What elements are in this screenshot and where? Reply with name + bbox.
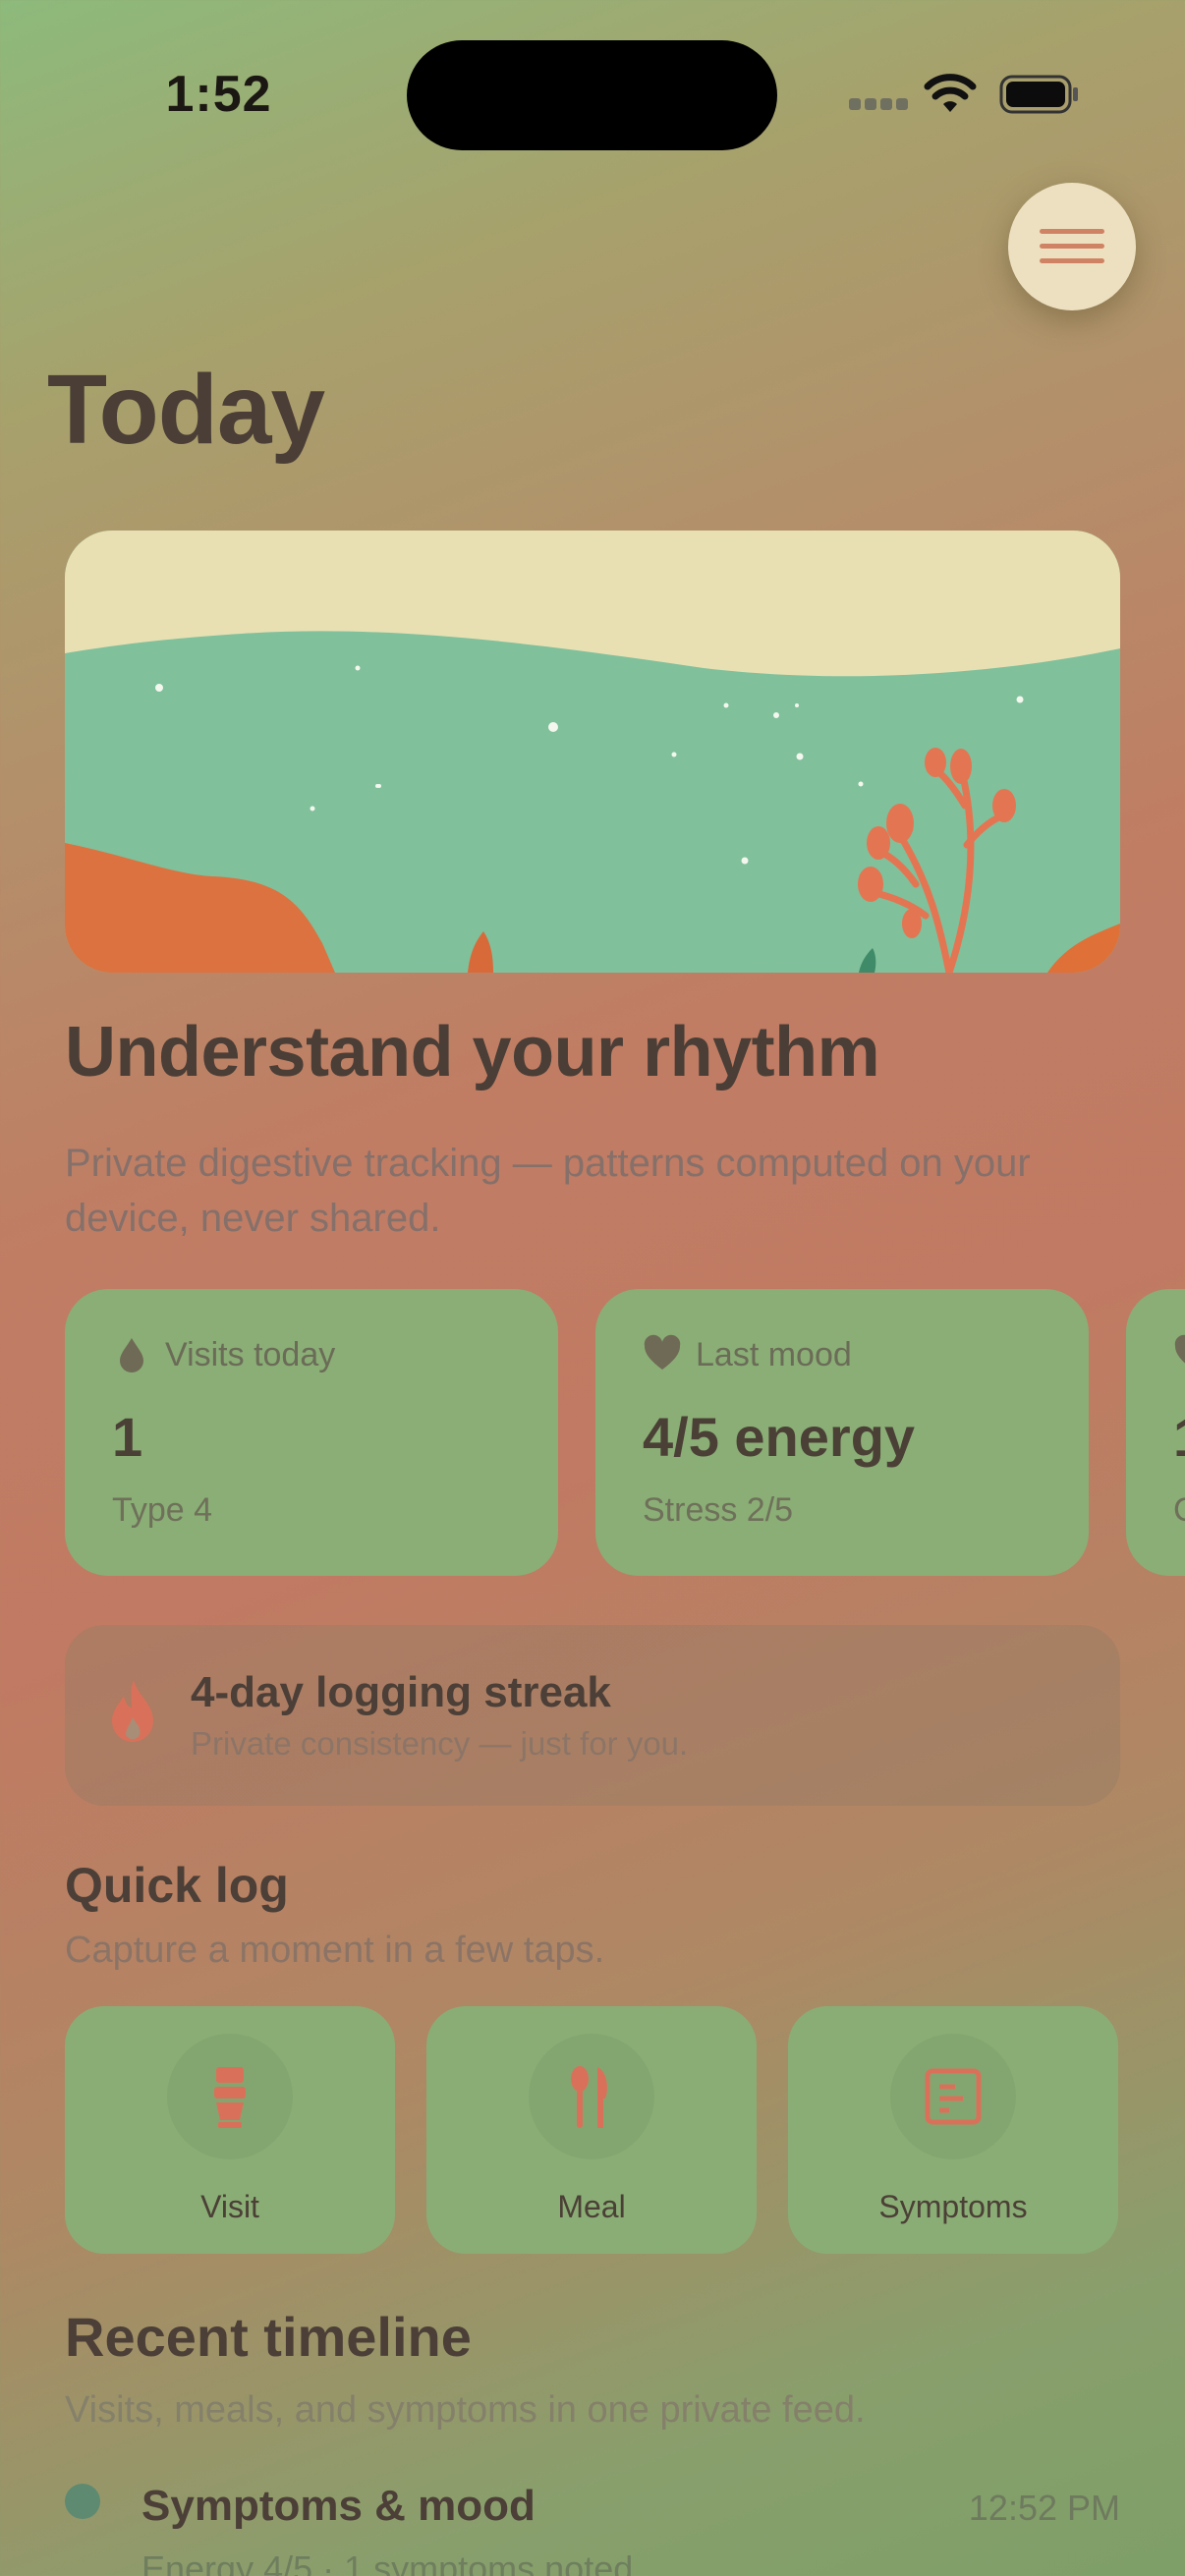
- stat-label: Visits today: [165, 1336, 336, 1373]
- clipboard-icon: [925, 2068, 982, 2125]
- drop-icon: [120, 1338, 143, 1372]
- stat-card-visits[interactable]: Visits today 1 Type 4: [65, 1289, 558, 1576]
- stat-card-partial[interactable]: 1 C: [1126, 1289, 1185, 1576]
- heart-icon: [644, 1334, 681, 1370]
- timeline-title: Recent timeline: [65, 2306, 472, 2368]
- stat-sub: C: [1173, 1491, 1185, 1530]
- hamburger-icon: [1040, 229, 1104, 264]
- quick-log-subtitle: Capture a moment in a few taps.: [65, 1930, 605, 1971]
- quick-log-label: Visit: [200, 2189, 259, 2224]
- heart-icon: [1174, 1334, 1185, 1364]
- streak-subtitle: Private consistency — just for you.: [191, 1725, 689, 1762]
- quick-log-symptoms-button[interactable]: Symptoms: [788, 2006, 1118, 2254]
- quick-log-meal-button[interactable]: Meal: [426, 2006, 757, 2254]
- timeline-entry-time: 12:52 PM: [968, 2488, 1120, 2528]
- flame-icon: [112, 1680, 153, 1742]
- streak-title: 4-day logging streak: [191, 1668, 611, 1716]
- quick-log-label: Symptoms: [878, 2189, 1028, 2224]
- page-title: Today: [47, 355, 325, 465]
- stat-value: 4/5 energy: [643, 1406, 916, 1468]
- timeline-dot: [65, 2484, 100, 2519]
- streak-banner: 4-day logging streak Private consistency…: [65, 1625, 1120, 1806]
- timeline-subtitle: Visits, meals, and symptoms in one priva…: [65, 2389, 866, 2431]
- quick-log-title: Quick log: [65, 1858, 289, 1913]
- hero-subheadline: Private digestive tracking — patterns co…: [65, 1142, 1031, 1240]
- stat-label: Last mood: [696, 1336, 852, 1373]
- timeline-entry-detail: Energy 4/5 · 1 symptoms noted: [141, 2548, 634, 2576]
- quick-log-visit-button[interactable]: Visit: [65, 2006, 395, 2254]
- hero-headline: Understand your rhythm: [65, 1013, 880, 1092]
- stat-sub: Stress 2/5: [643, 1491, 794, 1529]
- timeline-entry-title[interactable]: Symptoms & mood: [141, 2482, 536, 2531]
- toilet-icon: [214, 2067, 246, 2128]
- status-time: 1:52: [165, 66, 272, 123]
- menu-button[interactable]: [1008, 183, 1136, 310]
- fork-knife-icon: [571, 2066, 607, 2128]
- stat-card-mood[interactable]: Last mood 4/5 energy Stress 2/5: [595, 1289, 1089, 1576]
- cellular-signal-icon: [849, 98, 908, 112]
- stat-sub: Type 4: [112, 1491, 213, 1529]
- battery-icon: [999, 75, 1078, 114]
- wifi-icon: [924, 74, 977, 112]
- dynamic-island: [407, 40, 777, 150]
- hero-illustration: [65, 531, 1120, 973]
- quick-log-label: Meal: [557, 2189, 626, 2224]
- stat-value: 1: [1173, 1405, 1185, 1469]
- stat-value: 1: [112, 1406, 143, 1468]
